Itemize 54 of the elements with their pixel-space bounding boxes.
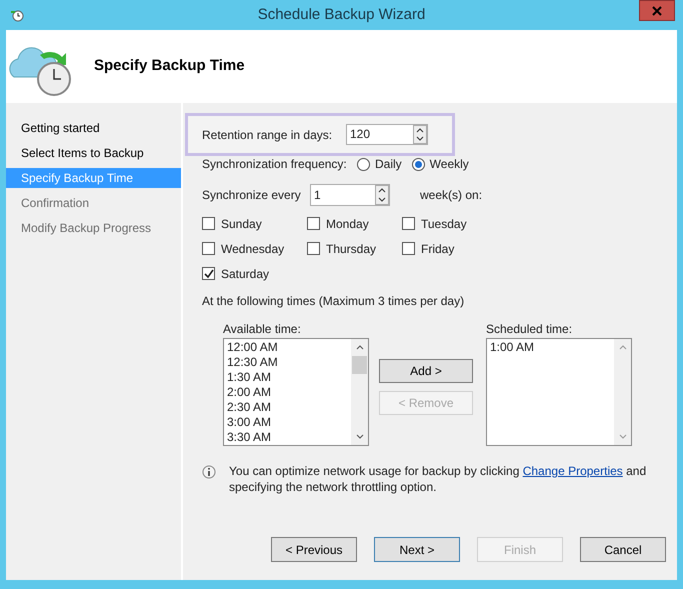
day-checkbox[interactable]: Friday xyxy=(402,240,502,257)
wizard-step[interactable]: Getting started xyxy=(6,118,181,138)
checkmark-icon xyxy=(204,268,214,278)
scroll-down-icon xyxy=(356,434,364,439)
day-checkbox[interactable]: Thursday xyxy=(307,240,402,257)
close-icon xyxy=(652,6,662,16)
wizard-button[interactable]: Next > xyxy=(374,537,460,562)
app-icon xyxy=(10,8,24,22)
available-time-list[interactable]: 12:00 AM 12:30 AM 1:30 AM 2:00 AM 2:30 AM 3:00 AM 3:30 AM xyxy=(223,338,369,446)
wizard-step[interactable]: Select Items to Backup xyxy=(6,143,181,163)
time-option[interactable]: 2:00 AM xyxy=(227,385,351,400)
field-label: Retention range in days: xyxy=(202,126,334,144)
day-checkbox[interactable]: Saturday xyxy=(202,265,307,282)
close-button[interactable] xyxy=(639,0,675,21)
spin-arrows-icon xyxy=(375,185,389,205)
list-label: Available time: xyxy=(223,321,302,338)
time-option[interactable]: 12:30 AM xyxy=(227,355,351,370)
add-button[interactable]: Add > xyxy=(379,359,473,383)
day-checkbox[interactable]: Monday xyxy=(307,215,402,232)
scroll-thumb[interactable] xyxy=(352,356,367,374)
spin-arrows-icon xyxy=(413,125,427,144)
scrollbar[interactable] xyxy=(351,339,368,445)
scroll-down-icon xyxy=(618,434,626,439)
scroll-up-icon xyxy=(618,345,626,350)
scroll-up-icon xyxy=(356,345,364,350)
window-title: Schedule Backup Wizard xyxy=(258,4,426,25)
radio-option[interactable]: Weekly xyxy=(412,155,469,173)
scrollbar[interactable] xyxy=(614,339,631,445)
day-checkbox[interactable]: Wednesday xyxy=(202,240,307,257)
scheduled-time-list[interactable]: 1:00 AM xyxy=(486,338,632,446)
wizard-button[interactable]: Cancel xyxy=(580,537,666,562)
retention-spinner[interactable]: 120 xyxy=(346,124,428,145)
info-icon xyxy=(202,465,216,479)
list-label: Scheduled time: xyxy=(486,321,574,338)
time-option[interactable]: 12:00 AM xyxy=(227,340,351,355)
scheduled-time[interactable]: 1:00 AM xyxy=(490,340,614,355)
time-option[interactable]: 3:30 AM xyxy=(227,430,351,445)
interval-spinner[interactable]: 1 xyxy=(310,184,390,206)
time-option[interactable]: 2:30 AM xyxy=(227,400,351,415)
wizard-step[interactable]: Modify Backup Progress xyxy=(6,218,181,238)
wizard-button[interactable]: < Previous xyxy=(271,537,357,562)
info-text: You can optimize network usage for backup by clicking Change Properties and specifying the network throttling option. xyxy=(229,463,648,495)
page-heading: Specify Backup Time xyxy=(94,56,245,76)
field-label: week(s) on: xyxy=(420,187,482,204)
field-label: Synchronize every xyxy=(202,187,302,204)
field-label: Synchronization frequency: xyxy=(202,156,348,173)
day-checkbox[interactable]: Tuesday xyxy=(402,215,502,232)
day-checkbox[interactable]: Sunday xyxy=(202,215,307,232)
time-option[interactable]: 1:30 AM xyxy=(227,370,351,385)
time-option[interactable]: 3:00 AM xyxy=(227,415,351,430)
section-label: At the following times (Maximum 3 times per day) xyxy=(201,293,466,310)
radio-option[interactable]: Daily xyxy=(357,155,402,173)
wizard-step[interactable]: Confirmation xyxy=(6,193,181,213)
change-properties-link[interactable]: Change Properties xyxy=(522,464,623,478)
